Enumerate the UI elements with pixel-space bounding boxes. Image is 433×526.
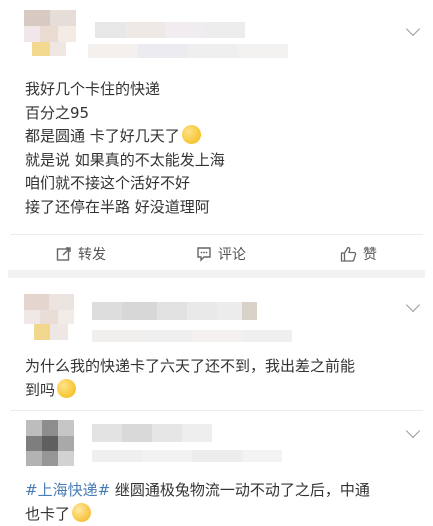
blush-emoji-icon — [182, 125, 201, 144]
username-blurred[interactable] — [95, 22, 245, 38]
comment-line: 为什么我的快递卡了六天了还不到，我出差之前能 — [25, 355, 355, 379]
comment-line: 也卡了 — [25, 503, 370, 526]
avatar[interactable] — [26, 420, 74, 466]
thumbs-up-icon — [340, 246, 357, 262]
smile-emoji-icon — [72, 503, 91, 522]
comment-line: 百分之95 — [25, 102, 225, 126]
comment-3-body: #上海快递# 继圆通极兔物流一动不动了之后，中通 也卡了 — [25, 479, 370, 526]
avatar[interactable] — [24, 294, 74, 340]
section-separator — [8, 270, 425, 278]
username-blurred[interactable] — [92, 302, 257, 320]
comment-line: 到吗 — [25, 379, 355, 403]
like-button[interactable]: 赞 — [340, 244, 377, 264]
comment-button[interactable]: 评论 — [196, 244, 246, 264]
avatar[interactable] — [24, 10, 76, 56]
timestamp-blurred — [92, 330, 292, 342]
timestamp-blurred — [88, 44, 288, 58]
hashtag-link[interactable]: #上海快递# — [25, 481, 110, 499]
chevron-down-icon[interactable] — [406, 424, 420, 438]
comment-label: 评论 — [218, 244, 246, 264]
action-bar: 转发 评论 赞 — [0, 240, 433, 268]
repost-button[interactable]: 转发 — [56, 244, 106, 264]
comment-line: 都是圆通 卡了好几天了 — [25, 125, 225, 149]
divider — [10, 234, 423, 235]
comment-line: 接了还停在半路 好没道理阿 — [25, 196, 225, 220]
divider — [10, 410, 423, 411]
username-blurred[interactable] — [92, 424, 212, 442]
comment-line: #上海快递# 继圆通极兔物流一动不动了之后，中通 — [25, 479, 370, 503]
blush-emoji-icon — [57, 379, 76, 398]
comment-icon — [196, 246, 212, 262]
comment-line: 我好几个卡住的快递 — [25, 78, 225, 102]
comment-2-body: 为什么我的快递卡了六天了还不到，我出差之前能 到吗 — [25, 355, 355, 402]
chevron-down-icon[interactable] — [406, 22, 420, 36]
like-label: 赞 — [363, 244, 377, 264]
comment-line: 咱们就不接这个活好不好 — [25, 172, 225, 196]
chevron-down-icon[interactable] — [406, 298, 420, 312]
comment-1-body: 我好几个卡住的快递 百分之95 都是圆通 卡了好几天了 就是说 如果真的不太能发… — [25, 78, 225, 219]
repost-label: 转发 — [78, 244, 106, 264]
comment-line: 就是说 如果真的不太能发上海 — [25, 149, 225, 173]
timestamp-blurred — [92, 450, 282, 462]
share-icon — [56, 246, 72, 262]
